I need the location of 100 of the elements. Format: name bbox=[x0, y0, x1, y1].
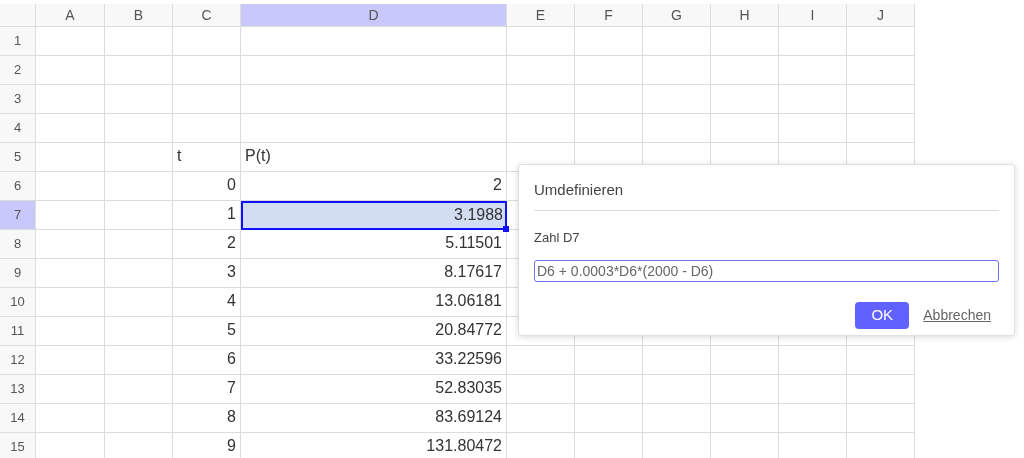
row-header[interactable]: 14 bbox=[0, 404, 36, 433]
column-header[interactable]: I bbox=[779, 4, 847, 27]
table-cell bbox=[36, 375, 105, 404]
table-cell bbox=[36, 27, 105, 56]
table-cell bbox=[105, 114, 173, 143]
cancel-link[interactable]: Abbrechen bbox=[923, 305, 991, 326]
table-cell: 33.22596 bbox=[241, 346, 507, 375]
column-header[interactable]: B bbox=[105, 4, 173, 27]
table-cell bbox=[36, 404, 105, 433]
table-cell bbox=[847, 375, 915, 404]
table-cell bbox=[779, 85, 847, 114]
table-cell bbox=[575, 85, 643, 114]
table-cell bbox=[575, 27, 643, 56]
column-header[interactable]: D bbox=[241, 4, 507, 27]
row-header[interactable]: 10 bbox=[0, 288, 36, 317]
table-cell: 6 bbox=[173, 346, 241, 375]
table-cell bbox=[507, 85, 575, 114]
row-header[interactable]: 1 bbox=[0, 27, 36, 56]
table-cell bbox=[105, 201, 173, 230]
column-header[interactable]: E bbox=[507, 4, 575, 27]
row-header[interactable]: 6 bbox=[0, 172, 36, 201]
table-cell: 2 bbox=[173, 230, 241, 259]
table-cell bbox=[105, 346, 173, 375]
ok-button[interactable]: OK bbox=[855, 302, 910, 329]
row-header[interactable]: 15 bbox=[0, 433, 36, 458]
table-cell bbox=[847, 346, 915, 375]
column-header[interactable]: J bbox=[847, 4, 915, 27]
row-header[interactable]: 3 bbox=[0, 85, 36, 114]
input-field[interactable]: D6 + 0.0003*D6*(2000 - D6) bbox=[534, 260, 999, 282]
table-cell bbox=[507, 27, 575, 56]
table-cell bbox=[173, 56, 241, 85]
table-cell bbox=[36, 230, 105, 259]
table-cell bbox=[847, 404, 915, 433]
column-header[interactable]: C bbox=[173, 4, 241, 27]
table-cell bbox=[643, 27, 711, 56]
selected-cell[interactable]: 3.1988 bbox=[241, 201, 507, 230]
table-cell bbox=[575, 56, 643, 85]
row-header[interactable]: 8 bbox=[0, 230, 36, 259]
row-header[interactable]: 5 bbox=[0, 143, 36, 172]
table-cell bbox=[105, 317, 173, 346]
table-cell: 4 bbox=[173, 288, 241, 317]
table-cell bbox=[105, 56, 173, 85]
table-cell bbox=[779, 56, 847, 85]
table-cell bbox=[173, 114, 241, 143]
table-cell bbox=[36, 317, 105, 346]
column-header[interactable]: A bbox=[36, 4, 105, 27]
table-cell: 8.17617 bbox=[241, 259, 507, 288]
table-cell bbox=[643, 85, 711, 114]
table-cell bbox=[575, 375, 643, 404]
table-cell bbox=[847, 27, 915, 56]
table-cell: 0 bbox=[173, 172, 241, 201]
table-cell: 20.84772 bbox=[241, 317, 507, 346]
fill-handle[interactable] bbox=[503, 226, 509, 232]
table-cell bbox=[711, 346, 779, 375]
table-cell: P(t) bbox=[241, 143, 507, 172]
table-cell bbox=[173, 85, 241, 114]
row-header[interactable]: 12 bbox=[0, 346, 36, 375]
table-cell bbox=[779, 346, 847, 375]
row-header[interactable]: 11 bbox=[0, 317, 36, 346]
table-cell bbox=[711, 85, 779, 114]
table-cell bbox=[643, 56, 711, 85]
table-cell: 13.06181 bbox=[241, 288, 507, 317]
column-header[interactable]: H bbox=[711, 4, 779, 27]
field-label: Zahl D7 bbox=[534, 228, 581, 247]
dialog-title: Umdefinieren bbox=[534, 179, 999, 211]
table-cell bbox=[105, 143, 173, 172]
table-cell bbox=[36, 56, 105, 85]
table-cell: 52.83035 bbox=[241, 375, 507, 404]
table-cell bbox=[643, 375, 711, 404]
table-cell bbox=[36, 288, 105, 317]
table-cell bbox=[36, 259, 105, 288]
table-cell bbox=[105, 172, 173, 201]
table-cell bbox=[105, 259, 173, 288]
row-header[interactable]: 2 bbox=[0, 56, 36, 85]
table-cell bbox=[36, 172, 105, 201]
table-cell bbox=[779, 375, 847, 404]
table-cell bbox=[507, 404, 575, 433]
table-cell bbox=[711, 56, 779, 85]
table-cell bbox=[105, 375, 173, 404]
table-cell: t bbox=[173, 143, 241, 172]
table-cell: 7 bbox=[173, 375, 241, 404]
row-header[interactable]: 4 bbox=[0, 114, 36, 143]
table-cell bbox=[507, 346, 575, 375]
table-cell bbox=[779, 27, 847, 56]
table-cell bbox=[643, 404, 711, 433]
table-cell bbox=[105, 230, 173, 259]
table-cell bbox=[575, 346, 643, 375]
table-cell bbox=[507, 56, 575, 85]
column-header[interactable]: G bbox=[643, 4, 711, 27]
row-header[interactable]: 13 bbox=[0, 375, 36, 404]
column-header[interactable]: F bbox=[575, 4, 643, 27]
row-header[interactable]: 7 bbox=[0, 201, 36, 230]
table-cell bbox=[36, 114, 105, 143]
table-cell: 5.11501 bbox=[241, 230, 507, 259]
table-cell bbox=[173, 27, 241, 56]
table-cell bbox=[36, 201, 105, 230]
table-cell bbox=[779, 404, 847, 433]
table-cell: 5 bbox=[173, 317, 241, 346]
table-cell bbox=[105, 85, 173, 114]
row-header[interactable]: 9 bbox=[0, 259, 36, 288]
